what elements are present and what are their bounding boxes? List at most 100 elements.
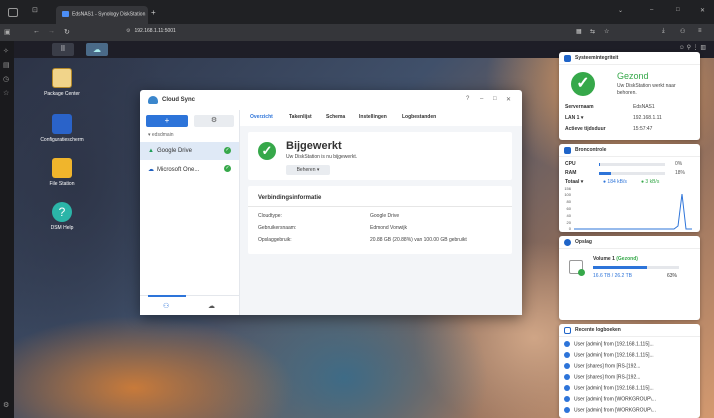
download-icon[interactable]: ⤓ (662, 28, 665, 35)
status-subtitle: Uw DiskStation is nu bijgewerkt. (286, 154, 358, 160)
reload-icon[interactable]: ↻ (64, 28, 70, 36)
log-entry[interactable]: User [admin] from [192.168.1.115]... (564, 352, 654, 358)
network-total-dropdown[interactable]: Totaal ▾ (565, 179, 583, 185)
minimize-button[interactable]: – (480, 96, 483, 102)
settings-gear-button[interactable]: ⚙ (194, 115, 234, 127)
volume-icon (569, 260, 585, 276)
close-button[interactable]: ✕ (700, 7, 705, 14)
install-app-icon[interactable]: ⇆ (590, 28, 595, 35)
active-tab-indicator (148, 295, 186, 297)
volume-label: Volume 1 (593, 256, 615, 262)
widget-header: Recente logboeken (559, 324, 700, 337)
menu-icon[interactable]: ≡ (698, 28, 702, 34)
tab-settings[interactable]: Instellingen (359, 114, 387, 120)
log-entry[interactable]: User [admin] from [WORKGROUP\... (564, 407, 656, 413)
address-bar-row: ▣ ← → ↻ ⚙ 192.168.1.11:5001 ▦ ⇆ ☆ ⤓ ⚇ ≡ (0, 24, 714, 41)
lan-ip-value: 192.168.1.11 (633, 115, 662, 121)
log-entry[interactable]: User [shares] from [RS-[192... (564, 363, 640, 369)
tab-schedule[interactable]: Schema (326, 114, 345, 120)
connection-info-card: Verbindingsinformatie Cloudtype: Google … (248, 186, 512, 254)
history-icon[interactable]: ◷ (3, 75, 9, 83)
minimize-button[interactable]: – (650, 7, 653, 13)
network-chart (574, 193, 692, 230)
info-value: Edmond Vonwijk (370, 225, 407, 231)
widget-title: Opslag (575, 239, 592, 245)
dsm-help-shortcut[interactable]: ? DSM Help (30, 202, 94, 231)
chevron-down-icon[interactable]: ⌄ (618, 7, 623, 14)
widget-title: Recente logboeken (575, 327, 621, 333)
lan-label[interactable]: LAN 1 ▾ (565, 115, 583, 121)
log-entry[interactable]: User [admin] from [192.168.1.115]... (564, 385, 654, 391)
profile-icon[interactable]: ⚇ (680, 28, 685, 35)
connection-item-google-drive[interactable]: ▲ Google Drive ✓ (140, 142, 239, 160)
synced-check-icon: ✓ (224, 165, 231, 172)
tab-bar: Overzicht Takenlijst Schema Instellingen… (240, 110, 522, 126)
control-panel-shortcut[interactable]: Configuratiescherm (30, 114, 94, 143)
info-icon (564, 385, 570, 391)
add-connection-button[interactable]: + (146, 115, 188, 127)
url-text: 192.168.1.11:5001 (134, 28, 176, 34)
cloud-sync-taskbar-icon[interactable]: ☁ (86, 43, 108, 56)
maximize-button[interactable]: □ (676, 7, 680, 13)
cloud-sync-window: Cloud Sync ? – □ ✕ + ⚙ ▾ edsdmain ▲ Googl… (140, 90, 522, 315)
health-status: Gezond (617, 71, 649, 81)
google-drive-icon: ▲ (148, 148, 154, 154)
log-text: User [shares] from [RS-[192... (574, 374, 641, 381)
success-check-icon: ✓ (258, 142, 276, 160)
user-icon[interactable]: ⚇ (163, 302, 169, 310)
resource-monitor-widget: Broncontrole CPU 0% RAM 18% Totaal ▾ ● 1… (559, 144, 700, 232)
window-title: Cloud Sync (162, 97, 196, 103)
close-button[interactable]: ✕ (506, 96, 511, 103)
back-icon[interactable]: ← (33, 28, 40, 35)
workspace-icon[interactable]: ⊡ (32, 6, 38, 14)
group-label[interactable]: ▾ edsdmain (148, 132, 174, 138)
desktop-icon-label: Configuratiescherm (40, 137, 84, 143)
y-tick: 60 (566, 206, 571, 211)
settings-icon[interactable]: ⚙ (3, 401, 9, 409)
window-titlebar[interactable]: Cloud Sync ? – □ ✕ (140, 90, 522, 110)
package-center-shortcut[interactable]: Package Center (30, 68, 94, 97)
main-menu-button[interactable]: ⠿ (52, 43, 74, 56)
control-panel-icon (52, 114, 72, 134)
cloud-sync-logo-icon (148, 96, 158, 104)
ai-icon[interactable]: ✧ (3, 47, 9, 55)
site-info-icon[interactable]: ⚙ (126, 28, 130, 34)
forward-icon[interactable]: → (48, 28, 55, 35)
collections-icon[interactable]: ▤ (3, 61, 10, 69)
tab-logs[interactable]: Logbestanden (402, 114, 436, 120)
package-center-icon (52, 68, 72, 88)
favorite-icon[interactable]: ☆ (604, 28, 609, 35)
new-tab-button[interactable]: + (151, 8, 156, 17)
ram-bar-fill (599, 172, 611, 175)
translate-icon[interactable]: ▦ (576, 28, 582, 35)
help-button[interactable]: ? (466, 96, 469, 102)
widget-header: Opslag (559, 236, 700, 249)
log-entry[interactable]: User [shares] from [RS-[192... (564, 374, 640, 380)
sidebar-toggle-icon[interactable]: ▣ (4, 28, 11, 36)
ram-bar (599, 172, 665, 175)
desktop-icon-label: Package Center (44, 91, 80, 97)
browser-sidebar: ✧ ▤ ◷ ☆ ⚙ (0, 41, 14, 418)
info-label: Gebruikersnaam: (258, 225, 297, 231)
info-icon (564, 352, 570, 358)
log-text: User [shares] from [RS-[192... (574, 363, 641, 370)
connection-item-onedrive[interactable]: ☁ Microsoft One... ✓ (140, 160, 239, 178)
tab-actions-icon[interactable] (8, 8, 18, 17)
log-entry[interactable]: User [admin] from [WORKGROUP\... (564, 396, 656, 402)
desktop-icon-label: File Station (49, 181, 75, 187)
manage-dropdown-button[interactable]: Beheren ▾ (286, 165, 330, 175)
tab-overview[interactable]: Overzicht (250, 114, 273, 120)
upload-line (574, 193, 692, 230)
browser-tab[interactable]: EdsNAS1 - Synology DiskStation (56, 6, 148, 24)
cpu-percent: 0% (675, 161, 683, 167)
url-field[interactable]: ⚙ 192.168.1.11:5001 (126, 28, 176, 34)
log-entry[interactable]: User [admin] from [192.168.1.115]... (564, 341, 654, 347)
favorites-icon[interactable]: ☆ (3, 89, 9, 97)
maximize-button[interactable]: □ (493, 96, 497, 102)
tab-tasklist[interactable]: Takenlijst (289, 114, 312, 120)
storage-icon (564, 239, 571, 246)
cloud-icon[interactable]: ☁ (208, 302, 215, 310)
volume-usage-text: 16.6 TB / 26.2 TB (593, 273, 633, 279)
file-station-shortcut[interactable]: File Station (30, 158, 94, 187)
server-name-value: EdsNAS1 (633, 104, 655, 110)
